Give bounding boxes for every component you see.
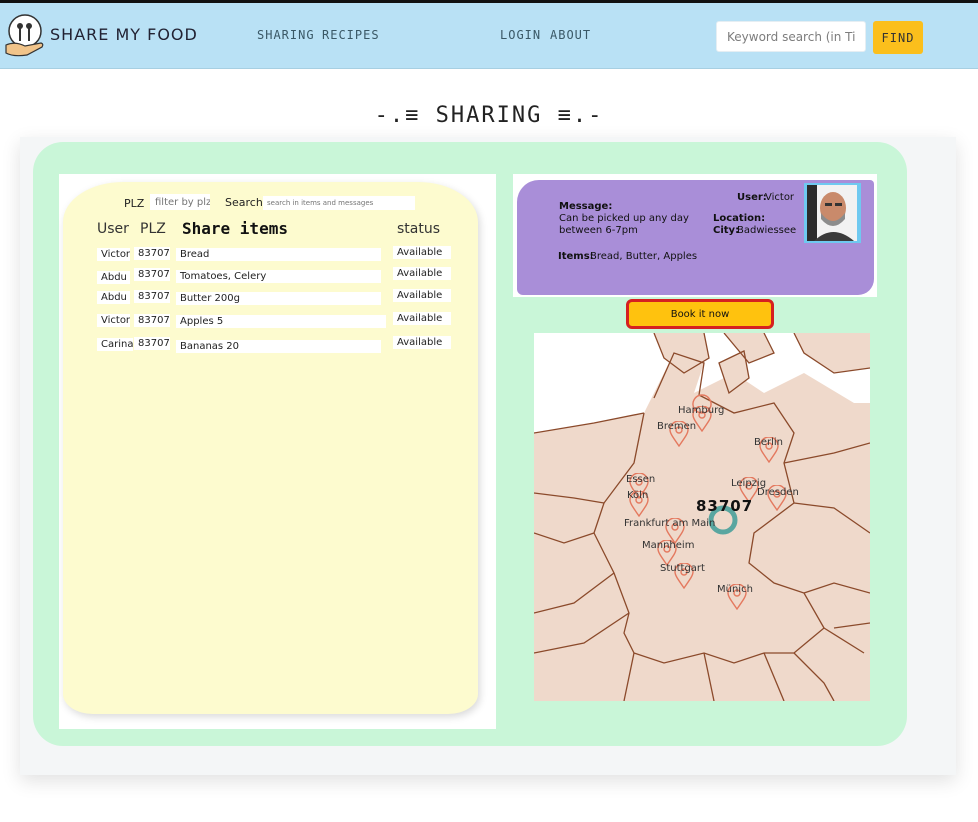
item-search-input[interactable] <box>263 196 415 210</box>
table-row-plz[interactable]: 83707 <box>134 337 170 350</box>
navbar: SHARE MY FOOD SHARING RECIPES LOGIN ABOU… <box>0 3 978 69</box>
message-text-line2: between 6-7pm <box>559 225 638 236</box>
map-label-city: Mannheim <box>642 540 695 551</box>
column-header-status: status <box>397 221 441 237</box>
table-row-items[interactable]: Apples 5 <box>176 315 386 328</box>
table-row-items[interactable]: Bananas 20 <box>176 340 381 353</box>
location-label: Location: <box>713 213 766 224</box>
table-row-user[interactable]: Victor <box>97 248 130 261</box>
column-header-items: Share items <box>182 219 288 238</box>
message-label: Message: <box>559 201 613 212</box>
map-label-city: Hamburg <box>678 405 725 416</box>
table-row-status[interactable]: Available <box>393 246 451 259</box>
brand-name[interactable]: SHARE MY FOOD <box>50 25 198 44</box>
table-row-items[interactable]: Bread <box>176 248 381 261</box>
items-label: Items: <box>558 251 594 262</box>
nav-sharing[interactable]: SHARING <box>257 28 315 42</box>
table-row-plz[interactable]: 83707 <box>134 314 170 327</box>
table-row-user[interactable]: Abdu <box>97 271 130 284</box>
table-row-status[interactable]: Available <box>393 312 451 325</box>
table-row-user[interactable]: Carina <box>97 338 133 351</box>
plz-filter-label: PLZ <box>124 197 145 210</box>
map-label-city: Stuttgart <box>660 563 705 574</box>
user-label: User: <box>737 192 767 203</box>
search-label: Search <box>225 196 263 209</box>
map-label-city: Köln <box>627 490 649 501</box>
map-label-city: Essen <box>626 474 656 485</box>
share-list-card <box>63 182 478 714</box>
column-header-user: User <box>97 221 129 237</box>
city-value: Badwiessee <box>737 225 797 236</box>
book-it-now-button[interactable]: Book it now <box>626 299 774 329</box>
city-label: City: <box>713 225 740 236</box>
user-value: Victor <box>765 192 795 203</box>
nav-login[interactable]: LOGIN <box>500 28 541 42</box>
table-row-status[interactable]: Available <box>393 267 451 280</box>
logo-icon[interactable] <box>3 13 47 59</box>
table-row-status[interactable]: Available <box>393 289 451 302</box>
table-row-items[interactable]: Tomatoes, Celery <box>176 270 381 283</box>
column-header-plz: PLZ <box>140 221 166 237</box>
table-row-plz[interactable]: 83707 <box>134 290 170 303</box>
avatar <box>804 183 861 243</box>
table-row-user[interactable]: Abdu <box>97 291 130 304</box>
map[interactable] <box>534 333 870 701</box>
table-row-status[interactable]: Available <box>393 336 451 349</box>
nav-about[interactable]: ABOUT <box>550 28 591 42</box>
find-button[interactable]: FIND <box>873 21 923 54</box>
page-title: -.≡ SHARING ≡.- <box>374 103 604 128</box>
map-label-city: Dresden <box>757 487 799 498</box>
map-label-city: Frankfurt am Main <box>624 518 716 529</box>
map-plz-label: 83707 <box>696 497 754 515</box>
keyword-search-input[interactable] <box>716 21 866 52</box>
table-row-plz[interactable]: 83707 <box>134 247 170 260</box>
map-label-city: Berlin <box>754 437 784 448</box>
items-value: Bread, Butter, Apples <box>590 251 698 262</box>
germany-map <box>534 333 870 701</box>
nav-recipes[interactable]: RECIPES <box>322 28 380 42</box>
table-row-plz[interactable]: 83707 <box>134 268 170 281</box>
map-label-city: Bremen <box>657 421 697 432</box>
plz-filter-input[interactable] <box>150 194 210 210</box>
message-text-line1: Can be picked up any day <box>559 213 689 224</box>
map-label-city: Münich <box>717 584 753 595</box>
table-row-items[interactable]: Butter 200g <box>176 292 381 305</box>
table-row-user[interactable]: Victor <box>97 314 130 327</box>
